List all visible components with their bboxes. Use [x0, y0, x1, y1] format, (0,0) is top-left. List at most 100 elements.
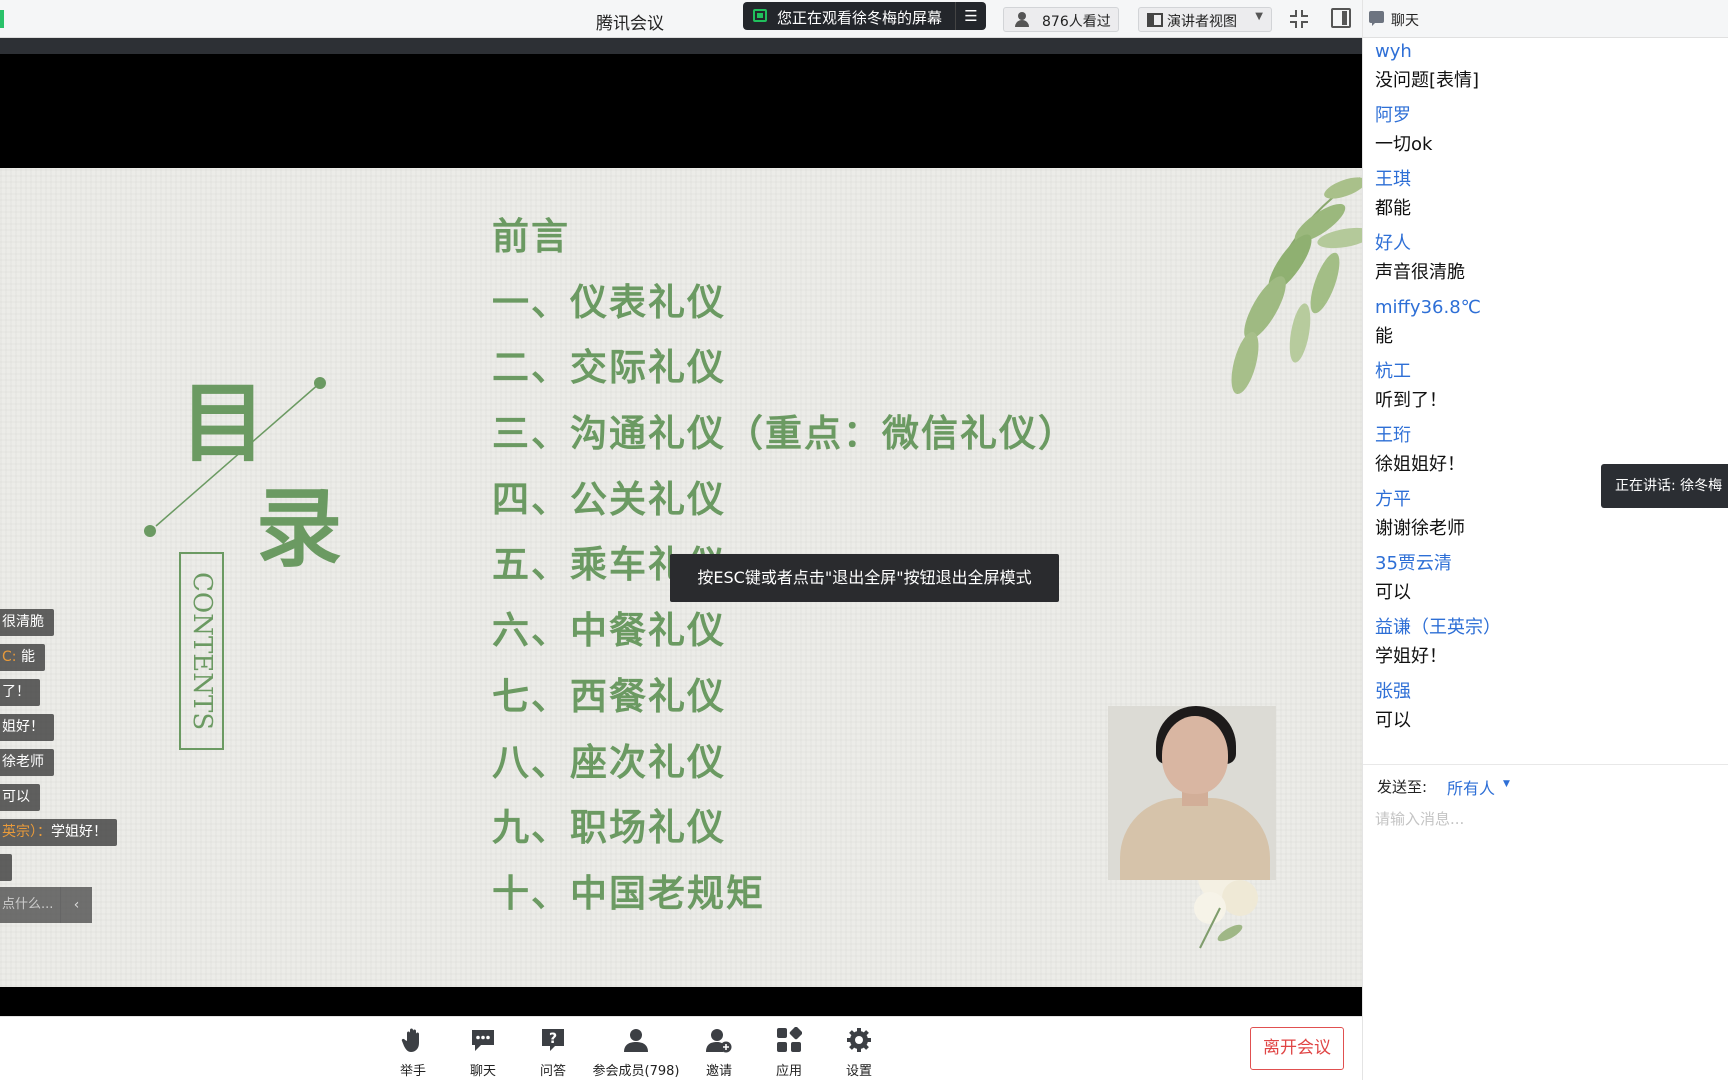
chat-message: 张强 可以 [1375, 678, 1715, 742]
toc-item: 十、中国老规矩 [492, 871, 765, 915]
chat-title: 聊天 [1391, 13, 1419, 29]
toc-item: 一、仪表礼仪 [492, 280, 726, 324]
view-mode-dropdown[interactable]: 演讲者视图 ▼ [1138, 7, 1272, 32]
settings-button[interactable]: 设置 [824, 1017, 894, 1081]
toc-item: 六、中餐礼仪 [492, 609, 726, 653]
invite-icon [706, 1029, 732, 1053]
send-to-dropdown[interactable]: 所有人 [1447, 775, 1495, 799]
presenter-video[interactable] [1108, 706, 1276, 880]
chat-sender[interactable]: wyh [1375, 38, 1715, 68]
svg-text:?: ? [549, 1031, 557, 1047]
danmaku-message: C: 能 [0, 644, 45, 671]
chat-sender[interactable]: 益谦（王英宗） [1375, 614, 1715, 644]
chat-message: 阿罗 一切ok [1375, 102, 1715, 166]
invite-button[interactable]: 邀请 [684, 1017, 754, 1081]
toc-item: 九、职场礼仪 [492, 806, 726, 850]
chevron-down-icon: ▼ [1255, 11, 1263, 22]
chat-message: 杭工 听到了！ [1375, 358, 1715, 422]
apps-icon [777, 1027, 802, 1052]
danmaku-message [0, 854, 12, 881]
stage-top-strip [0, 38, 1362, 54]
danmaku-message: 了！ [0, 679, 40, 706]
qa-button[interactable]: ? 问答 [518, 1017, 588, 1081]
chat-text: 能 [1375, 326, 1393, 347]
hand-raise-icon [401, 1028, 419, 1052]
contents-label: CONTENTS [187, 571, 217, 731]
meeting-main-area: 腾讯会议 您正在观看徐冬梅的屏幕 ☰ 876人看过 演讲者视图 ▼ 目 录 CO… [0, 0, 1362, 1080]
chevron-down-icon[interactable]: ▼ [1503, 779, 1510, 789]
chat-text: 谢谢徐老师 [1375, 518, 1465, 539]
danmaku-message: 英宗）：学姐好！ [0, 819, 117, 846]
list-menu-icon[interactable]: ☰ [955, 2, 986, 30]
app-title: 腾讯会议 [596, 14, 664, 34]
decorative-line [144, 377, 326, 537]
share-status-bar[interactable]: 您正在观看徐冬梅的屏幕 ☰ [743, 2, 986, 30]
chat-sender[interactable]: 王琪 [1375, 166, 1715, 196]
send-to-label: 发送至: [1377, 778, 1428, 796]
layout-icon [1147, 13, 1163, 27]
chat-text: 一切ok [1375, 134, 1433, 155]
chat-header: 聊天 [1363, 0, 1728, 38]
leave-meeting-button[interactable]: 离开会议 [1250, 1027, 1344, 1070]
toc-item: 七、西餐礼仪 [492, 674, 726, 718]
viewers-count: 876人看过 [1042, 14, 1111, 30]
chat-text: 声音很清脆 [1375, 262, 1465, 283]
shared-screen-stage: 目 录 CONTENTS 前言 一、仪表礼仪 二、交际礼仪 三、沟通礼仪（重点：… [0, 38, 1362, 1016]
side-panel-toggle-icon[interactable] [1331, 8, 1351, 28]
chat-bubble-icon [1369, 11, 1384, 26]
chat-text: 可以 [1375, 710, 1411, 731]
chat-text: 没问题[表情] [1375, 70, 1480, 91]
speaking-indicator: 正在讲话: 徐冬梅 [1601, 464, 1728, 508]
contents-label-box: CONTENTS [179, 552, 224, 750]
members-icon [624, 1029, 648, 1052]
chat-message-input[interactable] [1375, 804, 1715, 834]
chat-button[interactable]: 聊天 [448, 1017, 518, 1081]
leaf-decoration [1231, 177, 1362, 395]
chat-message: 益谦（王英宗） 学姐好！ [1375, 614, 1715, 678]
chat-sender[interactable]: miffy36.8℃ [1375, 294, 1715, 324]
toc-item: 八、座次礼仪 [492, 740, 726, 784]
raise-hand-button[interactable]: 举手 [378, 1017, 448, 1081]
fullscreen-tooltip: 按ESC键或者点击"退出全屏"按钮退出全屏模式 [670, 554, 1059, 602]
chat-text: 听到了！ [1375, 390, 1447, 411]
chat-divider [1363, 764, 1728, 765]
members-button[interactable]: 参会成员(798) [588, 1017, 684, 1081]
exit-fullscreen-icon[interactable] [1288, 8, 1310, 30]
bottom-toolbar: 举手 聊天 ? 问答 参会成员(798) 邀请 应用 设置 离开会议 [0, 1016, 1362, 1080]
chat-message: 35贾云清 可以 [1375, 550, 1715, 614]
chat-sender[interactable]: 好人 [1375, 230, 1715, 260]
chat-sender[interactable]: 阿罗 [1375, 102, 1715, 132]
chat-message: wyh 没问题[表情] [1375, 38, 1715, 102]
title-bar: 腾讯会议 您正在观看徐冬梅的屏幕 ☰ 876人看过 演讲者视图 ▼ [0, 0, 1362, 38]
question-icon: ? [542, 1029, 564, 1051]
danmaku-message: 可以 [0, 784, 40, 811]
chat-text: 可以 [1375, 582, 1411, 603]
toc-item: 二、交际礼仪 [492, 346, 726, 390]
settings-icon [847, 1028, 871, 1052]
danmaku-message: 姐好！ [0, 714, 54, 741]
chat-text: 都能 [1375, 198, 1411, 219]
chat-icon [472, 1030, 494, 1051]
danmaku-message: 徐老师 [0, 749, 54, 776]
chat-sender[interactable]: 王珩 [1375, 422, 1715, 452]
apps-button[interactable]: 应用 [754, 1017, 824, 1081]
chat-sender[interactable]: 杭工 [1375, 358, 1715, 388]
chat-message: 王琪 都能 [1375, 166, 1715, 230]
chat-message: miffy36.8℃ 能 [1375, 294, 1715, 358]
toc-item: 四、公关礼仪 [492, 477, 726, 521]
chat-text: 学姐好！ [1375, 646, 1447, 667]
chat-message: 好人 声音很清脆 [1375, 230, 1715, 294]
chat-panel: 聊天 wyh 没问题[表情] 阿罗 一切ok 王琪 都能 好人 声音很清脆 miffy3… [1362, 0, 1728, 1080]
toc-item: 三、沟通礼仪（重点：微信礼仪） [492, 412, 1077, 456]
share-status-text: 您正在观看徐冬梅的屏幕 [777, 9, 943, 27]
toc-item: 前言 [492, 215, 570, 258]
chevron-left-icon[interactable]: ‹ [60, 887, 92, 923]
danmaku-message: 很清脆 [0, 609, 54, 636]
viewers-button[interactable]: 876人看过 [1003, 7, 1119, 32]
chat-message-list[interactable]: wyh 没问题[表情] 阿罗 一切ok 王琪 都能 好人 声音很清脆 miffy36.8… [1375, 38, 1715, 742]
screen-share-icon [753, 9, 767, 22]
people-icon [1014, 12, 1032, 27]
edge-indicator [0, 10, 4, 28]
chat-sender[interactable]: 35贾云清 [1375, 550, 1715, 580]
chat-sender[interactable]: 张强 [1375, 678, 1715, 708]
